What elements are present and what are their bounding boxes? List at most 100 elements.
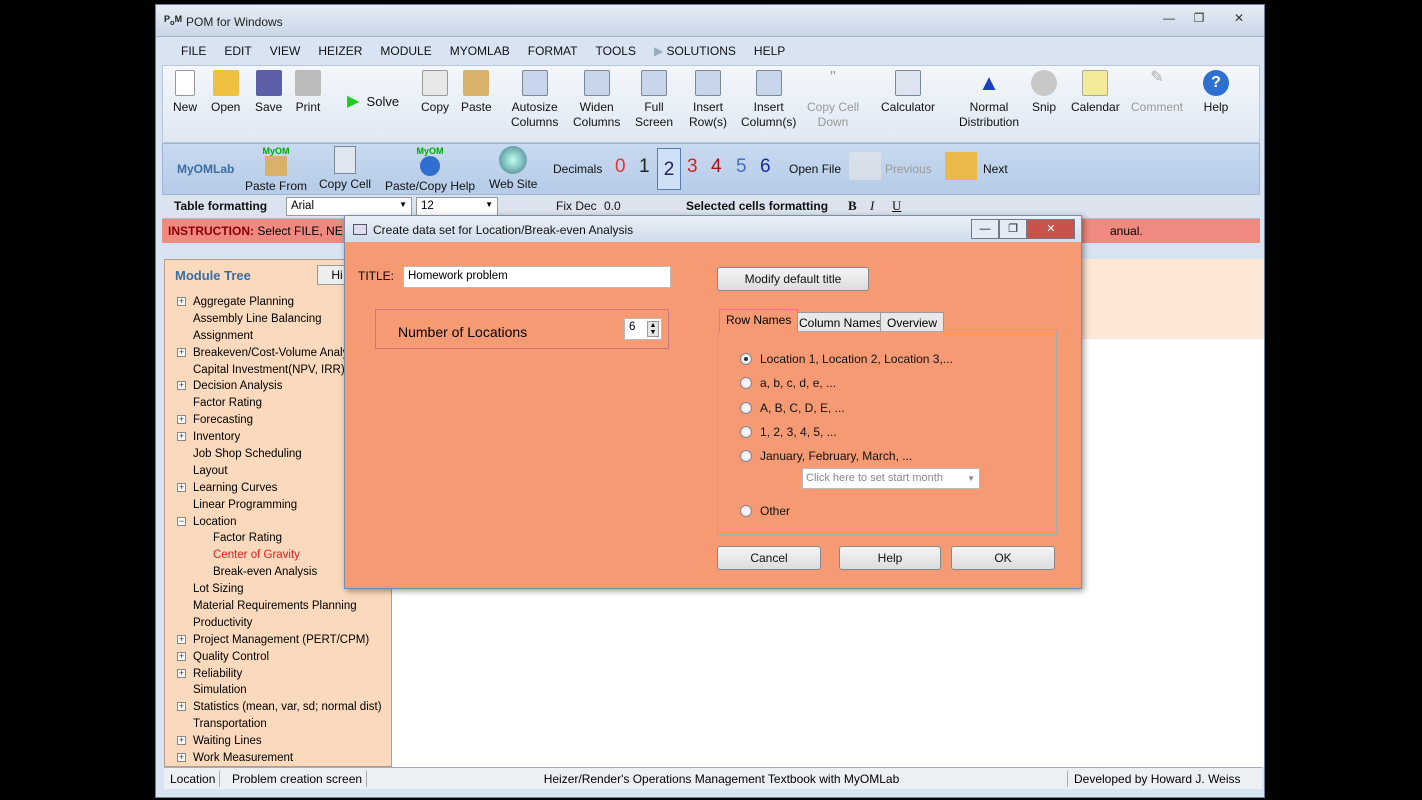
expand-icon[interactable]: + bbox=[177, 702, 186, 712]
menu-format[interactable]: FORMAT bbox=[519, 44, 587, 58]
print-button[interactable]: Print bbox=[295, 70, 321, 115]
decimal-2-button[interactable]: 2 bbox=[657, 148, 681, 190]
expand-icon[interactable]: + bbox=[177, 651, 186, 661]
paste-button[interactable]: Paste bbox=[461, 70, 492, 115]
menu-help[interactable]: HELP bbox=[745, 44, 794, 58]
tab-column-names[interactable]: Column Names bbox=[792, 312, 889, 332]
tree-item[interactable]: + Work Measurement bbox=[173, 750, 389, 767]
selected-cells-label: Selected cells formatting bbox=[686, 199, 829, 213]
tree-item[interactable]: + Waiting Lines bbox=[173, 733, 389, 750]
tree-item[interactable]: Transportation bbox=[173, 716, 389, 733]
web-site-button[interactable]: Web Site bbox=[489, 146, 537, 191]
number-of-locations-spinner[interactable]: 6 ▲ ▼ bbox=[624, 318, 662, 340]
decimal-5-button[interactable]: 5 bbox=[736, 156, 747, 178]
expand-icon[interactable]: + bbox=[177, 753, 186, 763]
menu-heizer[interactable]: HEIZER bbox=[309, 44, 371, 58]
expand-icon[interactable]: + bbox=[177, 297, 186, 306]
solve-button[interactable]: ▶ Solve bbox=[347, 94, 399, 110]
tree-item[interactable]: + Statistics (mean, var, sd; normal dist) bbox=[173, 699, 389, 716]
font-select[interactable]: Arial ▼ bbox=[286, 197, 412, 216]
tree-item[interactable]: Simulation bbox=[173, 682, 389, 699]
tree-item-label: Center of Gravity bbox=[213, 549, 300, 562]
dialog-help-button[interactable]: Help bbox=[839, 546, 941, 570]
new-button[interactable]: New bbox=[173, 70, 197, 115]
cancel-button[interactable]: Cancel bbox=[717, 546, 821, 570]
autosize-columns-button[interactable]: Autosize Columns bbox=[511, 70, 558, 130]
tree-item[interactable]: Material Requirements Planning bbox=[173, 598, 389, 615]
expand-icon[interactable]: + bbox=[177, 415, 186, 425]
next-button[interactable]: Next bbox=[983, 162, 1008, 176]
expand-icon[interactable]: + bbox=[177, 668, 186, 678]
expand-icon[interactable]: + bbox=[177, 432, 186, 442]
number-of-locations-box: Number of Locations 6 ▲ ▼ bbox=[375, 309, 669, 349]
insert-rows-button[interactable]: Insert Row(s) bbox=[689, 70, 727, 130]
tab-row-names[interactable]: Row Names bbox=[719, 309, 799, 332]
status-screen: Problem creation screen bbox=[228, 771, 368, 787]
open-file-button[interactable]: Open File bbox=[789, 162, 841, 176]
fix-dec-button[interactable]: Fix Dec bbox=[556, 199, 597, 213]
close-button[interactable]: ✕ bbox=[1226, 9, 1252, 29]
title-input[interactable]: Homework problem bbox=[403, 266, 671, 288]
dialog-minimize-button[interactable]: — bbox=[971, 219, 999, 239]
start-month-select[interactable]: Click here to set start month ▼ bbox=[802, 468, 980, 489]
bold-button[interactable]: B bbox=[848, 198, 857, 214]
tree-item[interactable]: + Reliability bbox=[173, 666, 389, 683]
menu-module[interactable]: MODULE bbox=[371, 44, 440, 58]
menu-myomlab[interactable]: MYOMLAB bbox=[441, 44, 519, 58]
comment-button[interactable]: ✎ Comment bbox=[1131, 70, 1183, 115]
tree-item-label: Simulation bbox=[193, 684, 247, 697]
spinner-arrows-icon[interactable]: ▲ ▼ bbox=[647, 321, 659, 337]
decimal-0-button[interactable]: 0 bbox=[615, 156, 626, 178]
expand-icon[interactable]: + bbox=[177, 347, 186, 357]
calendar-button[interactable]: Calendar bbox=[1071, 70, 1120, 115]
dialog-title-bar: Create data set for Location/Break-even … bbox=[345, 216, 1081, 242]
expand-icon[interactable]: + bbox=[177, 381, 186, 391]
insert-columns-button[interactable]: Insert Column(s) bbox=[741, 70, 796, 130]
decimal-1-button[interactable]: 1 bbox=[639, 156, 650, 178]
copy-button[interactable]: Copy bbox=[421, 70, 449, 115]
italic-button[interactable]: I bbox=[870, 198, 874, 214]
tree-item-label: Layout bbox=[193, 464, 228, 477]
save-button[interactable]: Save bbox=[255, 70, 282, 115]
copy-cell-down-button[interactable]: " Copy Cell Down bbox=[807, 70, 859, 130]
tree-item[interactable]: + Project Management (PERT/CPM) bbox=[173, 632, 389, 649]
copy-cell-button[interactable]: Copy Cell bbox=[319, 146, 371, 191]
tree-item[interactable]: Productivity bbox=[173, 615, 389, 632]
decimal-6-button[interactable]: 6 bbox=[760, 156, 771, 178]
help-button[interactable]: ? Help bbox=[1203, 70, 1229, 115]
menu-view[interactable]: VIEW bbox=[261, 44, 310, 58]
normal-distribution-button[interactable]: ▲ Normal Distribution bbox=[959, 70, 1019, 130]
ok-button[interactable]: OK bbox=[951, 546, 1055, 570]
fix-dec-value[interactable]: 0.0 bbox=[604, 199, 621, 213]
modify-default-title-button[interactable]: Modify default title bbox=[717, 267, 869, 291]
snip-button[interactable]: Snip bbox=[1031, 70, 1057, 115]
paste-icon bbox=[463, 70, 490, 96]
underline-button[interactable]: U bbox=[892, 198, 901, 214]
minimize-button[interactable]: — bbox=[1156, 9, 1182, 29]
expand-icon[interactable]: + bbox=[177, 736, 186, 746]
tree-item[interactable]: + Quality Control bbox=[173, 649, 389, 666]
full-screen-button[interactable]: Full Screen bbox=[635, 70, 673, 130]
menu-tools[interactable]: TOOLS bbox=[587, 44, 645, 58]
previous-button[interactable]: Previous bbox=[885, 162, 932, 176]
widen-columns-button[interactable]: Widen Columns bbox=[573, 70, 620, 130]
paste-copy-help-button[interactable]: MyOM Paste/Copy Help bbox=[385, 146, 475, 193]
expand-icon[interactable]: + bbox=[177, 482, 186, 492]
calculator-button[interactable]: Calculator bbox=[881, 70, 935, 115]
menu-solutions[interactable]: ▶ SOLUTIONS bbox=[645, 44, 745, 58]
maximize-button[interactable]: ❐ bbox=[1186, 9, 1212, 29]
dialog-close-button[interactable]: ✕ bbox=[1027, 219, 1075, 239]
open-button[interactable]: Open bbox=[211, 70, 240, 115]
expand-icon[interactable]: + bbox=[177, 634, 186, 644]
decimal-3-button[interactable]: 3 bbox=[687, 156, 698, 178]
tree-item-label: Assignment bbox=[193, 329, 254, 342]
paste-from-button[interactable]: MyOM Paste From bbox=[245, 146, 307, 193]
table-formatting-label: Table formatting bbox=[174, 199, 268, 213]
dialog-maximize-button[interactable]: ❐ bbox=[999, 219, 1027, 239]
menu-file[interactable]: FILE bbox=[172, 44, 215, 58]
font-size-select[interactable]: 12 ▼ bbox=[416, 197, 498, 216]
collapse-icon[interactable]: − bbox=[177, 516, 186, 526]
menu-edit[interactable]: EDIT bbox=[215, 44, 260, 58]
tab-overview[interactable]: Overview bbox=[880, 312, 945, 332]
decimal-4-button[interactable]: 4 bbox=[711, 156, 722, 178]
